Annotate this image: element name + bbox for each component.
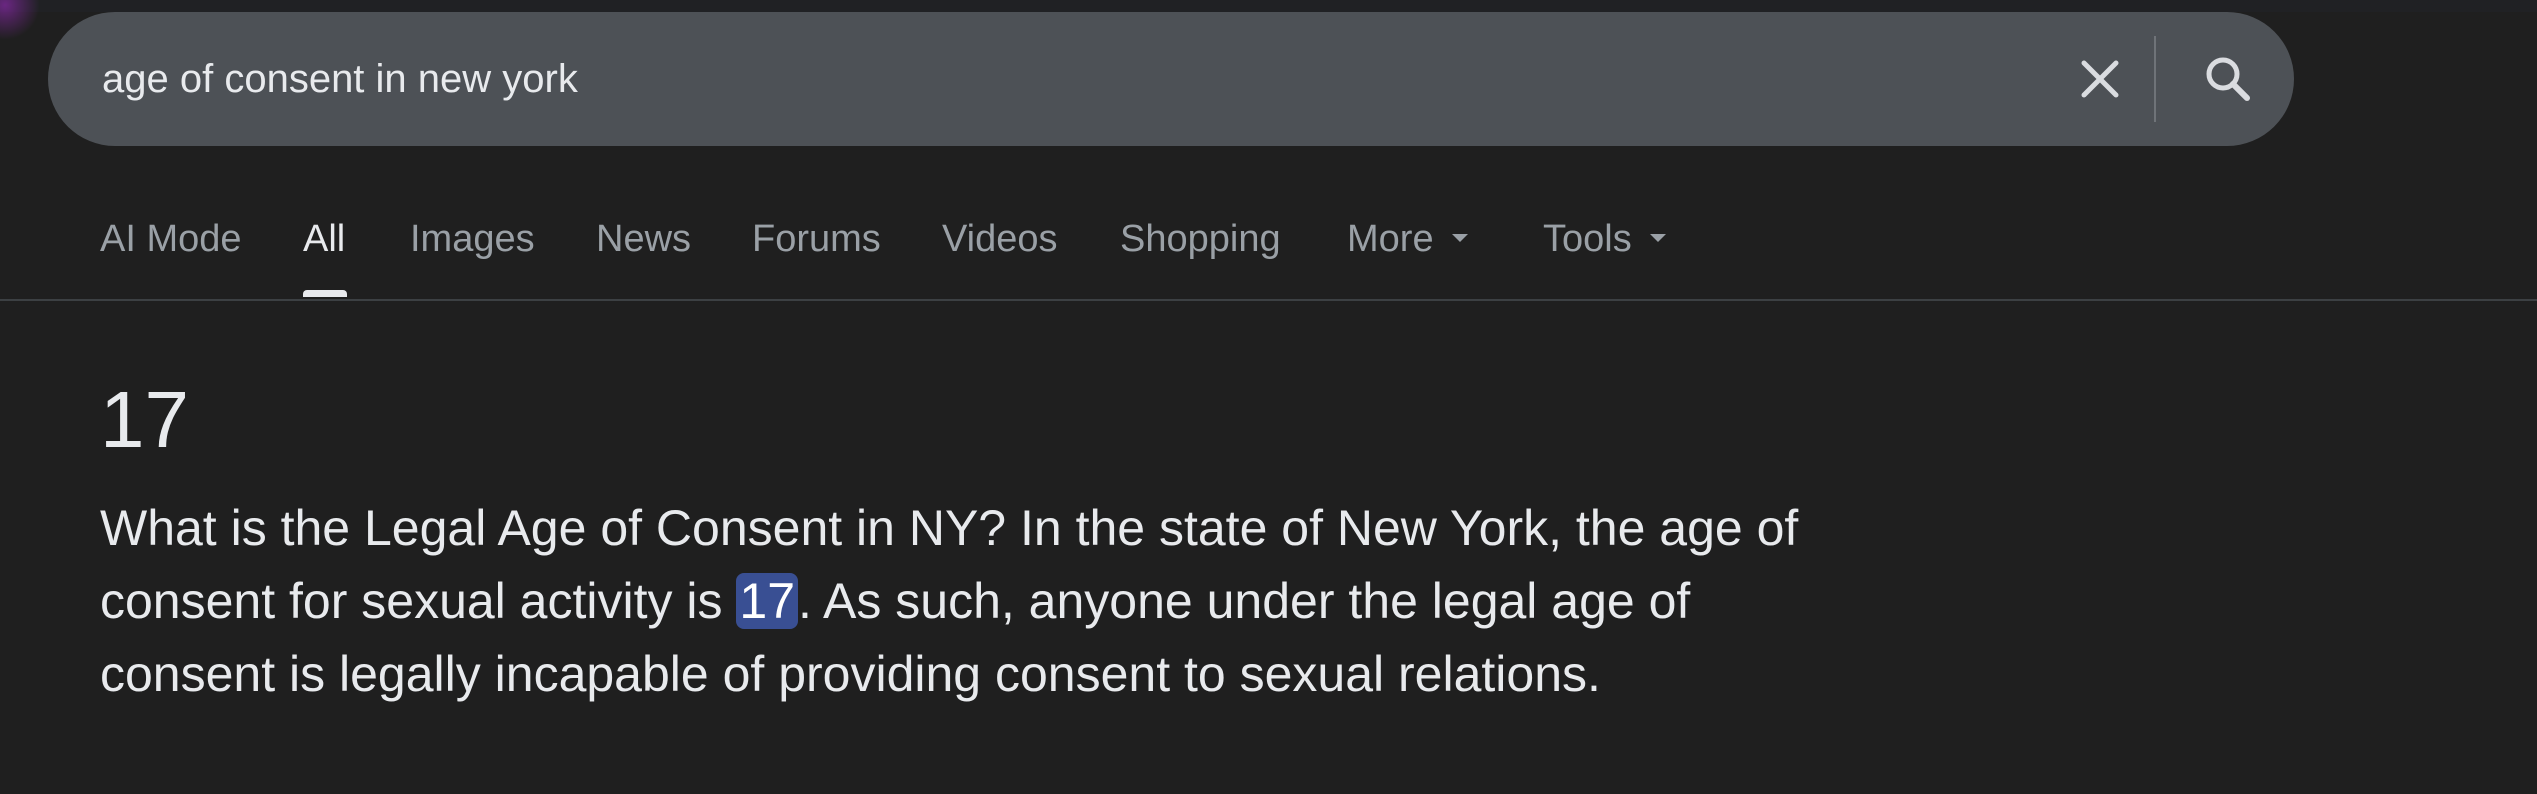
search-icon [2206, 57, 2250, 101]
search-results-page: age of consent in new york AI Mode All I… [0, 0, 2537, 794]
search-bar[interactable]: age of consent in new york [48, 12, 2294, 146]
chevron-down-icon [1451, 233, 1468, 242]
close-icon [2081, 60, 2119, 98]
tab-more-label: More [1347, 218, 1434, 260]
corner-glow [0, 0, 40, 40]
top-strip [0, 0, 2537, 12]
tab-tools-label: Tools [1543, 218, 1632, 260]
search-tabs: AI Mode All Images News Forums Videos Sh… [0, 190, 2537, 300]
search-button[interactable] [2188, 39, 2268, 119]
tab-shopping[interactable]: Shopping [1120, 218, 1281, 261]
active-tab-indicator [303, 290, 347, 297]
clear-button[interactable] [2060, 39, 2140, 119]
tab-all[interactable]: All [303, 218, 345, 261]
tab-more[interactable]: More [1347, 218, 1468, 261]
tab-images[interactable]: Images [410, 218, 535, 261]
featured-answer: 17 [100, 375, 189, 464]
search-divider [2154, 36, 2156, 122]
chevron-down-icon [1649, 233, 1666, 242]
tab-ai-mode[interactable]: AI Mode [100, 218, 242, 261]
tab-news[interactable]: News [596, 218, 691, 261]
tabs-divider [0, 299, 2537, 301]
tab-tools[interactable]: Tools [1543, 218, 1666, 261]
featured-snippet: What is the Legal Age of Consent in NY? … [100, 492, 1800, 711]
tab-videos[interactable]: Videos [942, 218, 1058, 261]
tab-forums[interactable]: Forums [752, 218, 881, 261]
snippet-highlight: 17 [736, 573, 799, 629]
search-input[interactable]: age of consent in new york [102, 12, 578, 146]
